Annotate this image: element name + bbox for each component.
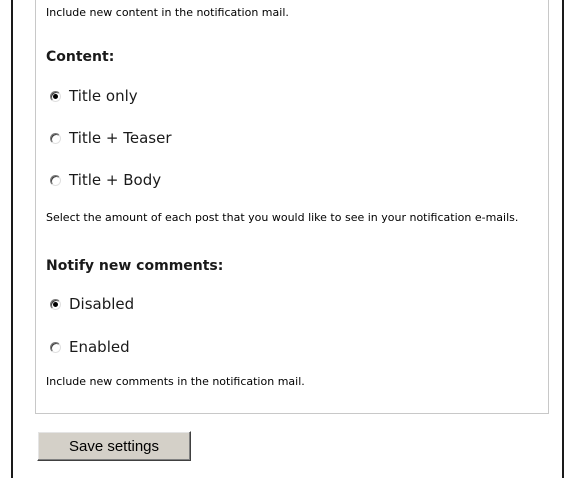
radio-button[interactable] bbox=[50, 174, 61, 186]
notify-comments-option-enabled[interactable]: Enabled bbox=[50, 337, 130, 357]
radio-button-checked[interactable] bbox=[50, 298, 61, 310]
notification-fieldset: Include new content in the notification … bbox=[35, 0, 549, 414]
notify-comments-description: Include new comments in the notification… bbox=[46, 375, 305, 388]
content-option-label: Title + Body bbox=[69, 171, 162, 189]
radio-button[interactable] bbox=[50, 341, 61, 353]
content-heading: Content: bbox=[46, 49, 115, 65]
content-option-title-body[interactable]: Title + Body bbox=[50, 170, 161, 190]
save-settings-button[interactable]: Save settings bbox=[37, 431, 191, 461]
notify-option-label: Enabled bbox=[69, 338, 130, 356]
include-content-description: Include new content in the notification … bbox=[46, 6, 289, 19]
settings-panel: Include new content in the notification … bbox=[11, 0, 564, 478]
content-option-title-only[interactable]: Title only bbox=[50, 86, 138, 106]
notify-option-label: Disabled bbox=[69, 295, 135, 313]
notify-comments-option-disabled[interactable]: Disabled bbox=[50, 294, 134, 314]
content-description: Select the amount of each post that you … bbox=[46, 211, 519, 224]
radio-button[interactable] bbox=[50, 132, 61, 144]
content-option-label: Title only bbox=[69, 87, 138, 105]
content-option-title-teaser[interactable]: Title + Teaser bbox=[50, 128, 172, 148]
notify-comments-heading: Notify new comments: bbox=[46, 258, 224, 274]
content-option-label: Title + Teaser bbox=[69, 129, 172, 147]
radio-button-checked[interactable] bbox=[50, 90, 61, 102]
